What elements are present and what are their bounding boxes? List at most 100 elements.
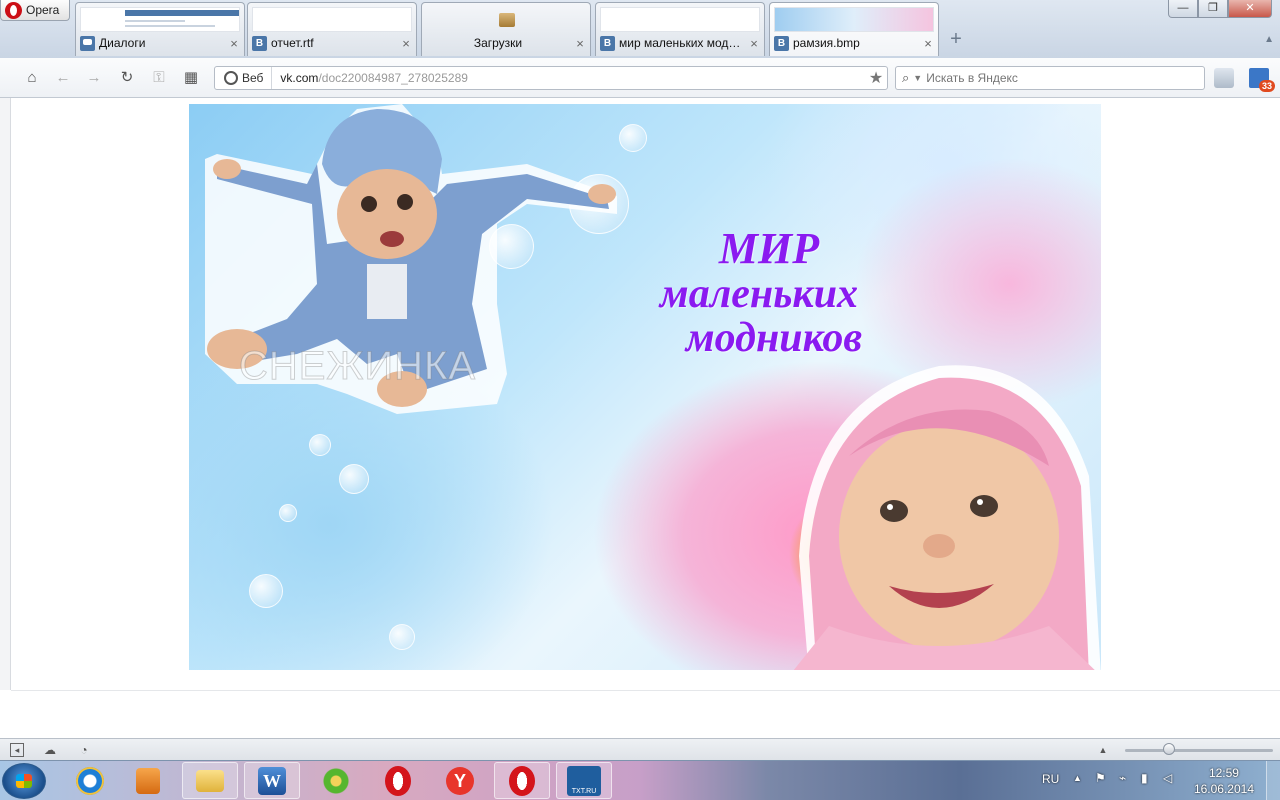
key-icon[interactable]: ⚿: [149, 68, 169, 88]
internet-explorer-icon: [76, 766, 104, 795]
tab-thumbnail: [252, 7, 412, 32]
close-tab-icon[interactable]: ×: [574, 36, 586, 51]
taskbar-app-txt-ru[interactable]: TXT.RU: [556, 762, 612, 799]
document-image: СНЕЖИНКА МИР маленьких модников: [189, 104, 1101, 670]
tab-thumbnail: [774, 7, 934, 32]
volume-muted-icon[interactable]: ◁: [1163, 771, 1172, 785]
zoom-menu-up-icon[interactable]: ▲: [1096, 743, 1110, 757]
word-icon: W: [258, 766, 286, 795]
close-tab-icon[interactable]: ×: [228, 36, 240, 51]
action-center-flag-icon[interactable]: ⚑: [1095, 771, 1106, 785]
taskbar-app-internet-explorer[interactable]: [62, 762, 118, 799]
taskbar-app-opera-active[interactable]: [494, 762, 550, 799]
title-line-3: модников: [685, 315, 863, 362]
close-tab-icon[interactable]: ×: [400, 36, 412, 51]
search-icon: ⌕: [902, 70, 910, 85]
txt-ru-label: TXT.RU: [571, 787, 597, 795]
opera-menu-label: Opera: [26, 3, 60, 17]
taskbar-app-opera[interactable]: [370, 762, 426, 799]
windows-taskbar: W Y TXT.RU RU ▲ ⚑ ⌁ ▮ ◁ 12:59 16.06.2014: [0, 760, 1280, 800]
tab-label: мир маленьких моднико: [619, 36, 744, 50]
tab-ramziya-bmp[interactable]: B рамзия.bmp ×: [769, 2, 939, 56]
start-button[interactable]: [2, 763, 46, 799]
clock-date: 16.06.2014: [1193, 782, 1254, 796]
address-field[interactable]: Веб vk.com/doc220084987_278025289 ★: [214, 66, 888, 90]
search-box[interactable]: ⌕ ▼: [895, 66, 1205, 90]
url-host: vk.com: [280, 71, 319, 85]
tab-label: Загрузки: [473, 36, 523, 50]
tab-menu-chevron-icon[interactable]: ▲: [1264, 34, 1274, 45]
minimize-icon[interactable]: —: [1168, 0, 1198, 18]
turbo-cloud-icon[interactable]: ☁: [43, 743, 57, 757]
tray-expand-chevron-icon[interactable]: ▲: [1073, 773, 1082, 783]
baby-pink-hood-illustration: [793, 365, 1101, 670]
tab-downloads[interactable]: Загрузки ×: [421, 2, 591, 56]
forward-arrow-icon[interactable]: →: [84, 68, 104, 88]
web-label: Веб: [242, 67, 273, 89]
txt-ru-icon: TXT.RU: [567, 765, 601, 796]
dialogs-icon: [80, 35, 95, 51]
taskbar-app-media-player[interactable]: [120, 762, 176, 799]
opera-icon: [509, 765, 535, 796]
power-plug-icon[interactable]: ⌁: [1119, 771, 1126, 785]
tab-report[interactable]: B отчет.rtf ×: [247, 2, 417, 56]
show-desktop-button[interactable]: [1266, 761, 1280, 800]
vk-icon: B: [774, 35, 789, 51]
title-line-1: МИР: [718, 224, 820, 273]
address-toolbar: ⌂ ← → ↻ ⚿ ▦ Веб vk.com/doc220084987_2780…: [0, 58, 1280, 98]
close-tab-icon[interactable]: ×: [922, 36, 934, 51]
tab-label: рамзия.bmp: [793, 36, 860, 50]
reload-icon[interactable]: ↻: [117, 68, 137, 88]
sidebar-panel-strip[interactable]: [0, 98, 11, 690]
mail-count-badge: 33: [1259, 80, 1276, 92]
tab-dialogs[interactable]: Диалоги ×: [75, 2, 245, 56]
globe-icon: [224, 71, 238, 85]
system-tray: RU ▲ ⚑ ⌁ ▮ ◁ 12:59 16.06.2014: [1035, 761, 1280, 800]
tab-thumbnail: [600, 7, 760, 32]
network-signal-icon[interactable]: ▮: [1141, 771, 1148, 785]
status-bar: ◂ ☁ ◔ ▲: [0, 738, 1280, 760]
zoom-slider-track[interactable]: [1125, 749, 1273, 752]
search-input[interactable]: [926, 71, 1204, 85]
back-arrow-icon[interactable]: ←: [53, 68, 73, 88]
tab-label: Диалоги: [99, 36, 146, 50]
taskbar-app-yandex-browser[interactable]: Y: [432, 762, 488, 799]
close-window-icon[interactable]: ✕: [1228, 0, 1272, 18]
notes-icon[interactable]: [1214, 68, 1234, 88]
home-icon[interactable]: ⌂: [22, 68, 42, 88]
bubble: [389, 624, 415, 650]
new-tab-plus-icon[interactable]: +: [946, 29, 966, 50]
panel-toggle-icon[interactable]: ◂: [10, 743, 24, 757]
language-indicator[interactable]: RU: [1042, 772, 1059, 786]
tab-thumbnail: [80, 7, 240, 32]
search-engine-dropdown-icon[interactable]: ▼: [913, 73, 922, 83]
bubble: [279, 504, 297, 522]
taskbar-clock[interactable]: 12:59 16.06.2014: [1194, 765, 1254, 797]
bubble: [249, 574, 283, 608]
taskbar-app-file-explorer[interactable]: [182, 762, 238, 799]
media-player-icon: [136, 767, 160, 794]
file-explorer-icon: [196, 769, 224, 792]
bubble: [619, 124, 647, 152]
title-line-2: маленьких: [659, 271, 859, 318]
bubble: [309, 434, 331, 456]
zoom-slider-handle[interactable]: [1163, 743, 1176, 755]
image-title: МИР маленьких модников: [629, 224, 889, 362]
tab-little-fashionistas[interactable]: B мир маленьких моднико ×: [595, 2, 765, 56]
taskbar-app-icq[interactable]: [308, 762, 364, 799]
restore-icon[interactable]: ❐: [1198, 0, 1228, 18]
speed-gauge-icon[interactable]: ◔: [77, 743, 91, 757]
clock-time: 12:59: [1208, 766, 1239, 780]
opera-icon: [385, 765, 411, 796]
speed-dial-grid-icon[interactable]: ▦: [181, 68, 201, 88]
close-tab-icon[interactable]: ×: [748, 36, 760, 51]
vk-icon: B: [252, 35, 267, 51]
url-text[interactable]: vk.com/doc220084987_278025289: [272, 71, 865, 85]
opera-menu-button[interactable]: Opera: [0, 0, 70, 21]
bookmark-star-icon[interactable]: ★: [865, 68, 887, 88]
icq-icon: [322, 766, 350, 795]
taskbar-app-word[interactable]: W: [244, 762, 300, 799]
opera-logo-icon: [5, 1, 22, 19]
vk-icon: B: [600, 35, 615, 51]
url-path: /doc220084987_278025289: [318, 71, 468, 85]
